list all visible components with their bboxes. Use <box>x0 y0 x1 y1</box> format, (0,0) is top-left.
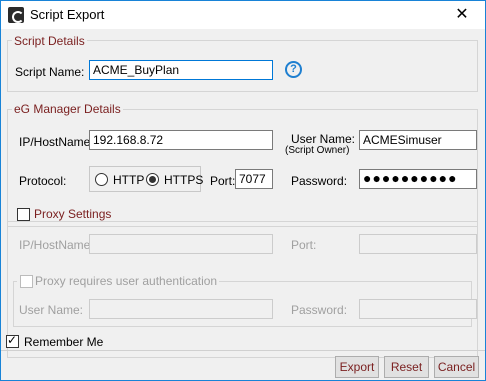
http-label[interactable]: HTTP <box>113 173 144 187</box>
user-name-input[interactable]: ACMESimuser <box>359 130 477 150</box>
remember-me-checkbox[interactable] <box>6 333 19 348</box>
proxy-port-label: Port: <box>291 238 317 252</box>
dialog-body: Script Details Script Name: ACME_BuyPlan… <box>1 29 485 380</box>
app-logo-icon <box>8 7 24 23</box>
proxy-port-input[interactable] <box>359 234 477 254</box>
password-label: Password: <box>291 174 348 188</box>
script-details-legend: Script Details <box>12 34 87 48</box>
proxy-auth-checkbox[interactable] <box>20 275 33 288</box>
user-name-label: User Name: <box>291 132 356 146</box>
proxy-host-input[interactable] <box>89 234 273 254</box>
proxy-auth-legend: Proxy requires user authentication <box>17 274 220 288</box>
proxy-user-label: User Name: <box>19 303 84 317</box>
export-button[interactable]: Export <box>335 356 379 378</box>
proxy-host-label: IP/HostName: <box>19 238 94 252</box>
reset-button[interactable]: Reset <box>384 356 429 378</box>
manager-details-legend: eG Manager Details <box>12 102 123 116</box>
script-export-window: Script Export ✕ Script Details Script Na… <box>0 0 486 381</box>
protocol-radio-group: HTTP HTTPS <box>89 166 203 192</box>
close-icon[interactable]: ✕ <box>439 1 485 29</box>
proxy-password-input[interactable] <box>359 299 477 319</box>
port-input[interactable]: 7077 <box>235 169 273 189</box>
protocol-label: Protocol: <box>19 174 67 188</box>
script-owner-label: (Script Owner) <box>285 145 350 156</box>
help-icon[interactable]: ? <box>285 61 302 78</box>
proxy-password-label: Password: <box>291 303 348 317</box>
script-name-input[interactable]: ACME_BuyPlan <box>89 60 273 80</box>
host-input[interactable]: 192.168.8.72 <box>89 130 273 150</box>
https-radio[interactable] <box>146 173 159 186</box>
footer-separator <box>1 350 485 351</box>
proxy-settings-checkbox[interactable] <box>17 208 30 221</box>
title-bar: Script Export ✕ <box>1 1 485 29</box>
window-title: Script Export <box>30 7 105 22</box>
port-label: Port: <box>210 174 236 188</box>
https-label[interactable]: HTTPS <box>164 173 203 187</box>
host-label: IP/HostName: <box>19 135 94 149</box>
proxy-user-input[interactable] <box>89 299 273 319</box>
password-input[interactable]: ●●●●●●●●●● <box>359 169 477 189</box>
cancel-button[interactable]: Cancel <box>434 356 479 378</box>
http-radio[interactable] <box>95 173 108 186</box>
script-name-label: Script Name: <box>15 65 85 79</box>
remember-me-label[interactable]: Remember Me <box>24 335 103 349</box>
